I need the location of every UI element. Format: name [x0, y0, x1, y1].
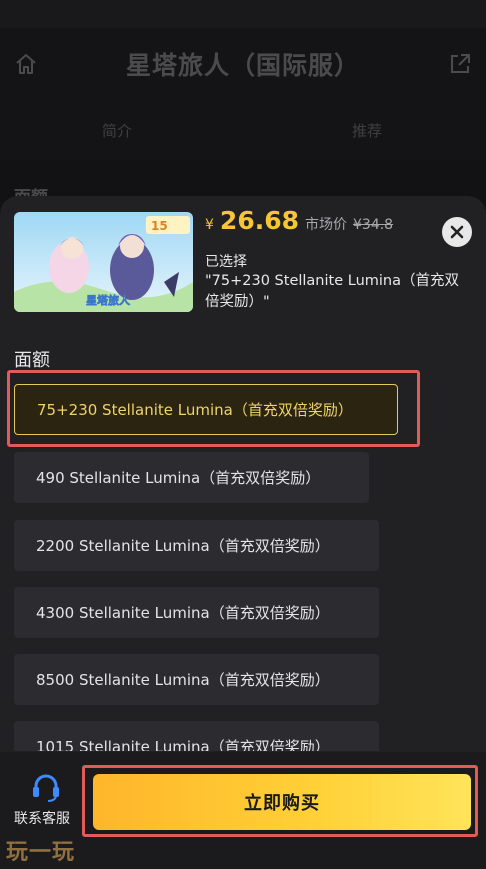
tab-bar: 简介 推荐	[0, 108, 486, 152]
price-row: ¥ 26.68 市场价 ¥34.8	[205, 206, 393, 235]
market-price: ¥34.8	[353, 217, 394, 233]
page: 星塔旅人（国际服） 简介 推荐 面额	[0, 0, 486, 869]
product-badge: 15	[151, 219, 168, 233]
denomination-option-1015[interactable]: 1015 Stellanite Lumina（首充双倍奖励）	[14, 721, 379, 751]
headset-icon[interactable]	[30, 772, 62, 802]
customer-service-label[interactable]: 联系客服	[14, 808, 70, 828]
buy-now-button[interactable]: 立即购买	[93, 774, 471, 830]
selected-value: "75+230 Stellanite Lumina（首充双倍奖励）"	[205, 273, 459, 310]
market-price-label: 市场价	[305, 217, 347, 233]
currency-symbol: ¥	[205, 217, 214, 233]
product-image: 15 星塔旅人	[14, 212, 193, 312]
denomination-option-490[interactable]: 490 Stellanite Lumina（首充双倍奖励）	[14, 452, 369, 503]
share-icon[interactable]	[448, 52, 472, 76]
status-bar	[0, 0, 486, 28]
denomination-option-2200[interactable]: 2200 Stellanite Lumina（首充双倍奖励）	[14, 520, 379, 571]
tab-intro[interactable]: 简介	[102, 120, 132, 141]
selected-label: 已选择	[205, 254, 247, 270]
highlight-selected-option	[7, 370, 420, 447]
denomination-option-4300[interactable]: 4300 Stellanite Lumina（首充双倍奖励）	[14, 587, 379, 638]
denomination-title: 面额	[14, 350, 50, 371]
close-button[interactable]	[442, 217, 472, 247]
denomination-option-8500[interactable]: 8500 Stellanite Lumina（首充双倍奖励）	[14, 654, 379, 705]
tab-recommend[interactable]: 推荐	[352, 120, 382, 141]
background-header: 星塔旅人（国际服） 简介 推荐	[0, 0, 486, 160]
page-title: 星塔旅人（国际服）	[125, 51, 360, 80]
watermark: 玩一玩	[6, 840, 76, 865]
svg-text:星塔旅人: 星塔旅人	[86, 293, 131, 307]
price: 26.68	[219, 206, 299, 235]
close-icon	[450, 225, 464, 239]
